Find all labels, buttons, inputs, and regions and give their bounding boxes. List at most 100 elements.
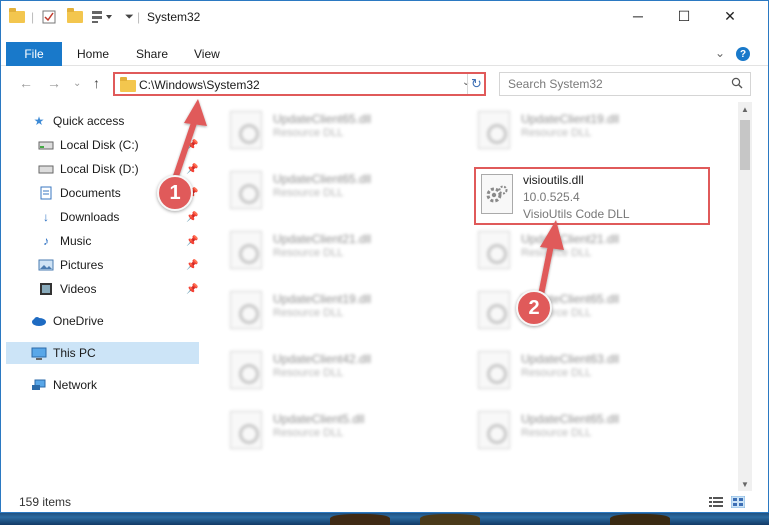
- customize-toolbar-icon[interactable]: [91, 8, 113, 26]
- tab-file[interactable]: File: [6, 42, 62, 66]
- tab-share[interactable]: Share: [136, 47, 168, 61]
- sidebar-item-pictures[interactable]: Pictures: [38, 254, 191, 276]
- sidebar-item-network[interactable]: Network: [31, 374, 191, 396]
- search-placeholder: Search System32: [508, 77, 603, 91]
- sidebar-item-label: Documents: [60, 186, 121, 200]
- search-icon: [731, 77, 743, 89]
- ribbon-expand-icon[interactable]: ⌄: [715, 46, 725, 60]
- up-button[interactable]: ↑: [93, 75, 100, 91]
- file-name: UpdateClient5.dll: [273, 412, 365, 426]
- sidebar-item-label: Pictures: [60, 258, 104, 272]
- help-icon[interactable]: ?: [736, 47, 750, 61]
- ribbon: File Home Share View ⌄ ?: [1, 42, 768, 66]
- scrollbar-thumb[interactable]: [740, 120, 750, 170]
- sidebar-item-this-pc[interactable]: This PC: [6, 342, 199, 364]
- file-description: Resource DLL: [521, 247, 592, 259]
- separator: |: [31, 10, 35, 24]
- status-bar: 159 items: [1, 491, 768, 512]
- scroll-down-icon[interactable]: ▼: [738, 477, 752, 491]
- step-1-badge: 1: [157, 175, 193, 211]
- sidebar-item-label: Local Disk (D:): [60, 162, 139, 176]
- file-item[interactable]: UpdateClient21.dll Resource DLL: [476, 227, 706, 277]
- sidebar-item-music[interactable]: ♪ Music: [38, 230, 191, 252]
- videos-icon: [38, 282, 54, 296]
- quick-access-dropdown-icon[interactable]: ⏷: [125, 8, 134, 26]
- sidebar-item-label: Local Disk (C:): [60, 138, 139, 152]
- sidebar-item-quick-access[interactable]: ★ Quick access: [31, 110, 191, 132]
- tiles-view-icon[interactable]: [731, 496, 745, 508]
- target-file-description: VisioUtils Code DLL: [523, 207, 630, 221]
- star-icon: ★: [33, 114, 45, 128]
- desktop-background: [0, 512, 769, 525]
- file-name: UpdateClient21.dll: [521, 232, 620, 246]
- desktop-tree-silhouette: [330, 514, 390, 525]
- desktop-tree-silhouette: [420, 514, 480, 525]
- folder-icon: [120, 77, 136, 92]
- back-button[interactable]: ←: [19, 75, 33, 91]
- pin-icon: 📌: [186, 236, 199, 247]
- file-name: UpdateClient19.dll: [521, 112, 620, 126]
- folder-icon: [9, 8, 25, 26]
- item-count: 159 items: [19, 495, 72, 509]
- file-description: Resource DLL: [521, 127, 592, 139]
- sidebar-item-onedrive[interactable]: OneDrive: [31, 310, 191, 332]
- dll-icon: [230, 231, 262, 269]
- download-icon: ↓: [43, 210, 49, 224]
- target-file-name: visioutils.dll: [523, 173, 584, 187]
- file-item[interactable]: UpdateClient19.dll Resource DLL: [228, 287, 458, 337]
- dll-icon: [230, 171, 262, 209]
- file-description: Resource DLL: [521, 427, 592, 439]
- new-folder-icon[interactable]: [67, 8, 83, 26]
- file-item[interactable]: UpdateClient42.dll Resource DLL: [228, 347, 458, 397]
- file-item[interactable]: UpdateClient19.dll Resource DLL: [476, 107, 706, 157]
- drive-icon: [38, 162, 54, 176]
- tab-view[interactable]: View: [194, 47, 220, 61]
- file-description: Resource DLL: [273, 307, 344, 319]
- address-path[interactable]: C:\Windows\System32: [139, 78, 260, 92]
- properties-icon[interactable]: [41, 8, 57, 26]
- sidebar-item-label: Network: [53, 378, 98, 392]
- scroll-up-icon[interactable]: ▲: [738, 102, 752, 116]
- file-name: UpdateClient65.dll: [521, 412, 620, 426]
- file-name: UpdateClient63.dll: [521, 352, 620, 366]
- recent-locations-button[interactable]: ⌄: [73, 78, 81, 89]
- search-input[interactable]: Search System32: [499, 72, 751, 96]
- file-explorer-window: | ⏷ | System32 ─ ☐ ✕ File Home Share Vie…: [0, 0, 769, 513]
- details-view-icon[interactable]: [709, 496, 723, 508]
- tab-home[interactable]: Home: [77, 47, 109, 61]
- file-item[interactable]: UpdateClient65.dll Resource DLL: [228, 167, 458, 217]
- sidebar-item-videos[interactable]: Videos: [38, 278, 191, 300]
- dll-icon: [478, 291, 510, 329]
- file-name: UpdateClient19.dll: [273, 292, 372, 306]
- file-description: Resource DLL: [273, 127, 344, 139]
- file-item[interactable]: UpdateClient65.dll Resource DLL: [476, 407, 706, 457]
- target-file-item[interactable]: visioutils.dll 10.0.525.4 VisioUtils Cod…: [474, 167, 710, 225]
- file-item[interactable]: UpdateClient5.dll Resource DLL: [228, 407, 458, 457]
- dll-icon: [230, 291, 262, 329]
- pin-icon: 📌: [186, 260, 199, 271]
- file-item[interactable]: UpdateClient21.dll Resource DLL: [228, 227, 458, 277]
- maximize-button[interactable]: ☐: [661, 1, 707, 31]
- address-bar[interactable]: C:\Windows\System32 ⌄ ↻: [113, 72, 486, 96]
- refresh-button[interactable]: ↻: [467, 74, 485, 94]
- title-bar: | ⏷ | System32 ─ ☐ ✕: [1, 1, 768, 32]
- close-button[interactable]: ✕: [707, 1, 753, 31]
- dll-icon: [230, 411, 262, 449]
- file-name: UpdateClient21.dll: [273, 232, 372, 246]
- dll-icon: [230, 351, 262, 389]
- sidebar-item-local-disk-c[interactable]: Local Disk (C:): [38, 134, 191, 156]
- target-file-version: 10.0.525.4: [523, 190, 580, 204]
- step-2-badge: 2: [516, 290, 552, 326]
- file-item[interactable]: UpdateClient63.dll Resource DLL: [476, 347, 706, 397]
- music-icon: ♪: [43, 234, 49, 248]
- file-item[interactable]: UpdateClient65.dll Resource DLL: [228, 107, 458, 157]
- sidebar-item-label: OneDrive: [53, 314, 104, 328]
- vertical-scrollbar[interactable]: ▲ ▼: [738, 102, 752, 491]
- dll-icon: [478, 111, 510, 149]
- minimize-button[interactable]: ─: [615, 1, 661, 31]
- file-name: UpdateClient42.dll: [273, 352, 372, 366]
- forward-button[interactable]: →: [47, 75, 61, 91]
- sidebar-item-label: Downloads: [60, 210, 120, 224]
- dll-icon: [478, 351, 510, 389]
- file-item[interactable]: UpdateClient65.dll Resource DLL: [476, 287, 706, 337]
